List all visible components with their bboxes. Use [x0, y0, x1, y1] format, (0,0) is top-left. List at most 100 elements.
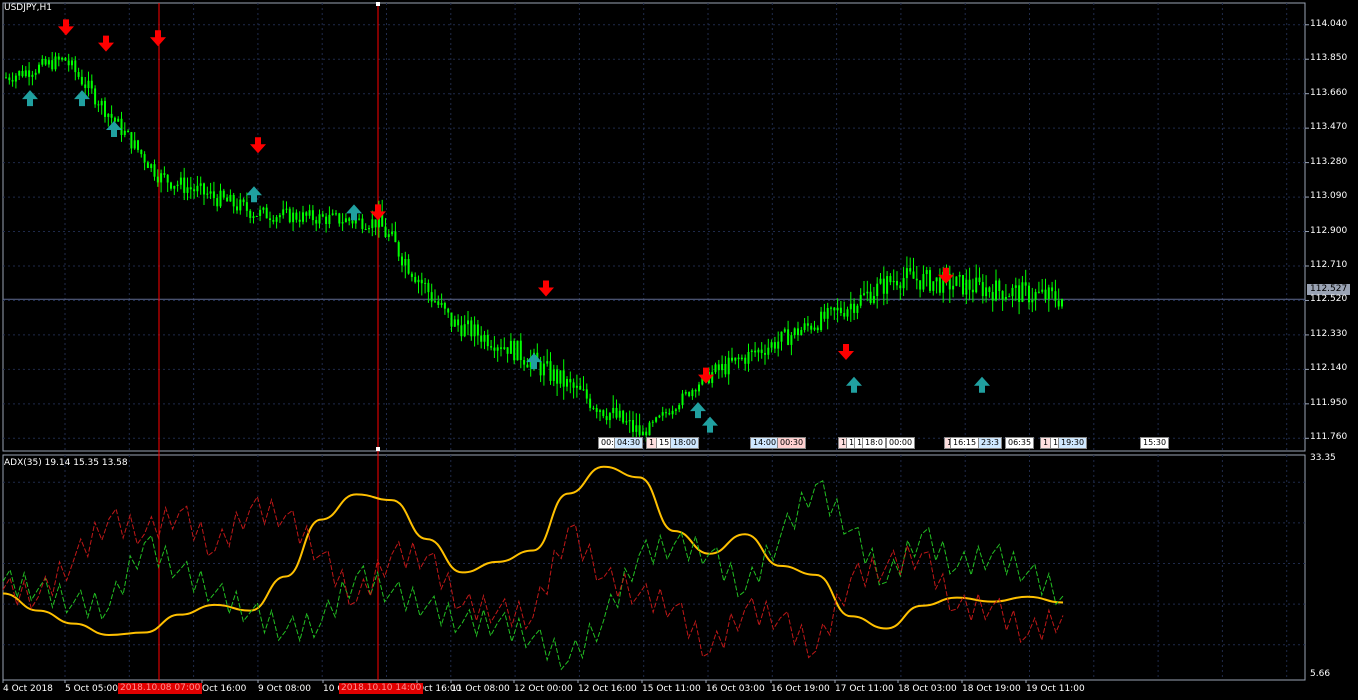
candle-body	[516, 340, 519, 361]
candle-body	[14, 75, 17, 82]
candle-body	[47, 60, 50, 65]
price-tick-label: 114.040	[1310, 18, 1348, 29]
candle-body	[879, 278, 882, 284]
event-tag[interactable]: 00:30	[777, 437, 807, 449]
price-and-indicator-chart[interactable]	[0, 0, 1358, 700]
candle-body	[724, 363, 727, 375]
candle-body	[427, 282, 430, 293]
candle-body	[806, 323, 809, 326]
event-tag[interactable]: 16:15	[950, 437, 980, 449]
candle-body	[38, 64, 40, 73]
candle-body	[599, 410, 601, 412]
candle-body	[476, 324, 479, 336]
candle-body	[11, 80, 14, 82]
candle-body	[493, 347, 496, 351]
candle-body	[681, 393, 684, 406]
candle-body	[731, 357, 733, 361]
time-tick-label: 17 Oct 11:00	[835, 684, 894, 694]
candle-body	[371, 219, 374, 229]
indicator-scale-max: 33.35	[1310, 453, 1336, 463]
event-tag[interactable]: 04:30	[614, 437, 644, 449]
event-tag[interactable]: 00:00	[886, 437, 916, 449]
candle-body	[206, 193, 209, 195]
candle-body	[542, 363, 545, 376]
candle-body	[44, 59, 47, 65]
candle-body	[80, 76, 83, 85]
candle-body	[302, 212, 304, 222]
minus-di-line	[2, 495, 1064, 659]
candle-body	[859, 294, 862, 306]
candle-body	[414, 276, 417, 283]
event-tag[interactable]: 14:00	[750, 437, 780, 449]
candle-body	[526, 364, 529, 368]
candle-body	[965, 279, 968, 295]
candle-body	[1044, 289, 1047, 300]
time-tick-label: 12 Oct 16:00	[578, 684, 637, 694]
candle-body	[500, 347, 502, 349]
candle-body	[1021, 282, 1024, 302]
candle-body	[328, 214, 331, 225]
highlighted-time-1: 2018.10.08 07:00	[118, 683, 203, 694]
candle-body	[61, 57, 64, 60]
candle-body	[1018, 285, 1021, 302]
candle-body	[212, 191, 215, 199]
buy-arrow-icon	[74, 90, 90, 107]
candle-body	[130, 132, 133, 149]
candle-body	[1057, 300, 1060, 307]
event-tag[interactable]: 15:30	[1140, 437, 1170, 449]
candle-body	[856, 305, 859, 313]
event-tag[interactable]: 19:30	[1058, 437, 1088, 449]
candle-body	[467, 320, 469, 325]
candle-body	[797, 328, 799, 336]
candle-body	[117, 118, 120, 122]
candle-body	[665, 412, 667, 414]
candle-body	[285, 208, 288, 210]
event-tag[interactable]: 18:0	[862, 437, 886, 449]
candle-body	[394, 231, 397, 243]
candle-body	[1041, 289, 1044, 292]
candle-body	[651, 421, 654, 423]
candle-body	[978, 277, 981, 283]
candle-body	[678, 405, 681, 410]
candle-body	[443, 302, 446, 309]
candle-body	[113, 117, 116, 122]
candle-body	[671, 410, 674, 415]
candle-body	[404, 259, 407, 266]
candle-body	[100, 100, 103, 106]
candle-body	[826, 307, 829, 319]
candle-body	[1031, 300, 1034, 303]
candle-body	[694, 390, 697, 392]
price-tick-label: 112.900	[1310, 225, 1348, 236]
candle-body	[622, 410, 625, 423]
candle-body	[216, 198, 219, 207]
candle-body	[51, 60, 54, 70]
price-tick-label: 113.660	[1310, 87, 1348, 98]
event-tag[interactable]: 18:00	[670, 437, 700, 449]
candle-body	[919, 280, 922, 290]
candle-body	[305, 212, 308, 216]
candle-body	[773, 342, 776, 349]
candle-body	[783, 329, 786, 332]
candle-body	[242, 199, 245, 203]
candle-body	[146, 162, 149, 169]
candle-body	[780, 331, 783, 342]
candle-body	[892, 280, 895, 283]
candle-body	[265, 207, 268, 219]
candle-body	[816, 327, 819, 331]
event-tag[interactable]: 06:35	[1005, 437, 1035, 449]
candle-body	[1014, 285, 1017, 288]
buy-arrow-icon	[22, 90, 38, 107]
event-tag[interactable]: 23:3	[978, 437, 1002, 449]
candle-body	[21, 70, 24, 77]
sell-arrow-icon	[838, 343, 854, 360]
marker-handle	[376, 2, 380, 6]
indicator-pane-frame	[2, 454, 1306, 681]
price-tick-label: 112.330	[1310, 328, 1348, 339]
symbol-title: USDJPY,H1	[4, 3, 52, 13]
candle-body	[298, 219, 301, 222]
candle-body	[24, 70, 27, 77]
candle-body	[249, 210, 252, 218]
candle-body	[833, 307, 836, 311]
sell-arrow-icon	[250, 137, 266, 154]
price-tick-label: 113.090	[1310, 191, 1348, 202]
